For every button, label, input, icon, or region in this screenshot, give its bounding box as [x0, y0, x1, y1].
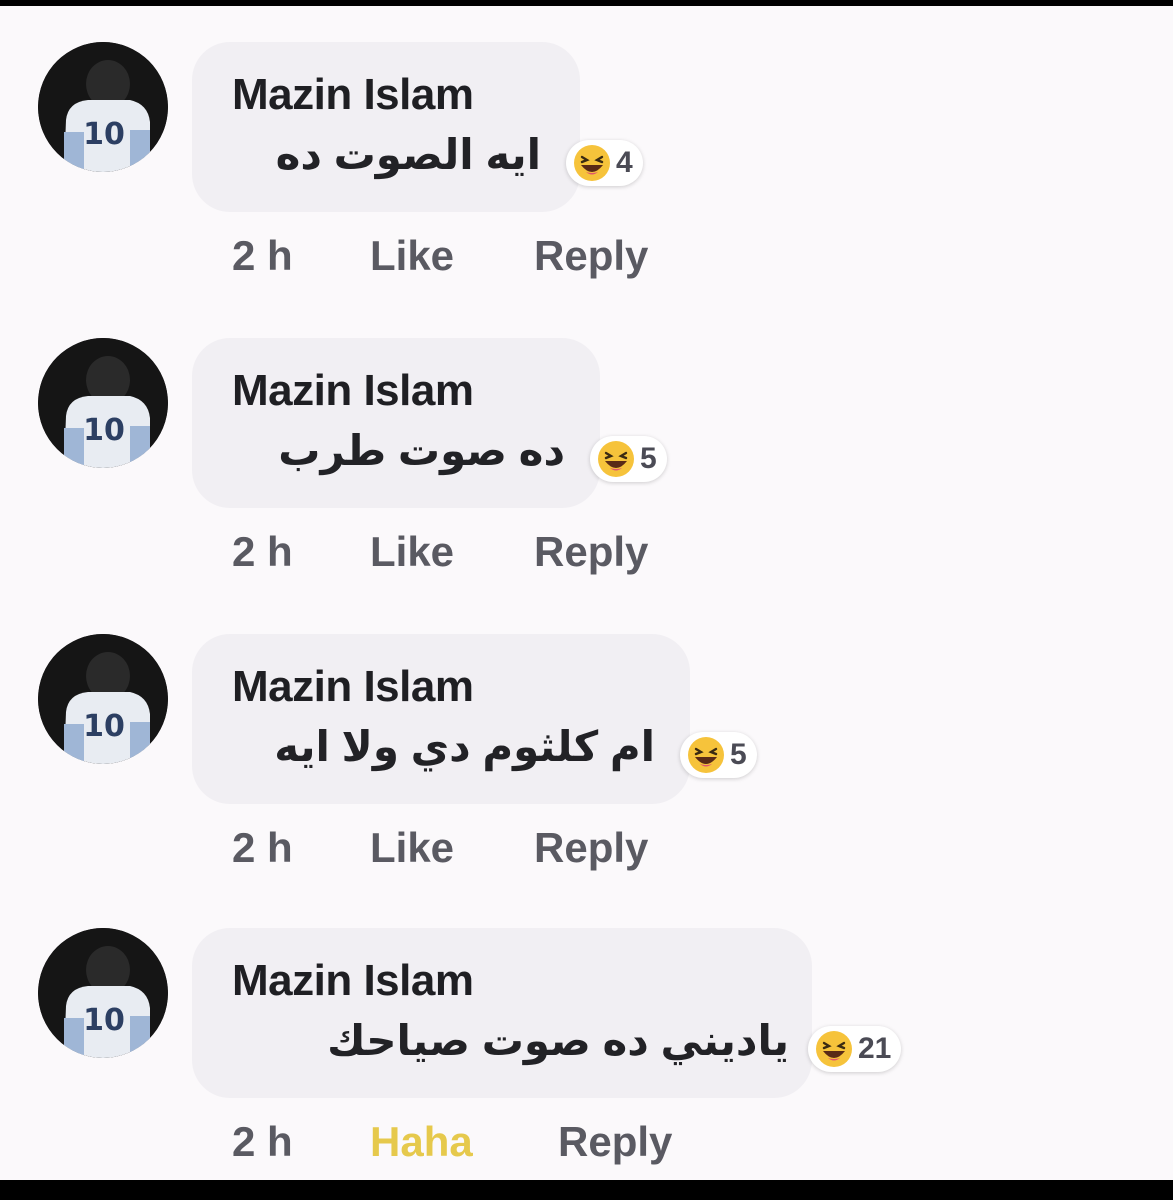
reaction-badge[interactable]: 4 — [566, 140, 643, 186]
comment-time: 2 h — [232, 824, 293, 871]
comment-author[interactable]: Mazin Islam — [232, 70, 474, 120]
comment-4: 10 Mazin Islam ياديني ده صوت صياحك 21 2 … — [0, 892, 1173, 1180]
avatar[interactable]: 10 — [38, 42, 168, 172]
reply-button[interactable]: Reply — [534, 528, 648, 576]
comment-text: ايه الصوت ده — [275, 131, 541, 178]
comment-bubble — [192, 928, 812, 1098]
comment-text: ده صوت طرب — [278, 427, 565, 474]
jersey-avatar-icon: 10 — [38, 928, 168, 1058]
reaction-count: 5 — [730, 738, 747, 771]
comment-3: 10 Mazin Islam ام كلثوم دي ولا ايه 5 2 h… — [0, 598, 1173, 888]
svg-text:10: 10 — [83, 117, 125, 152]
avatar[interactable]: 10 — [38, 634, 168, 764]
jersey-avatar-icon: 10 — [38, 338, 168, 468]
comment-time: 2 h — [232, 528, 293, 575]
haha-reaction-button[interactable]: Haha — [370, 1118, 473, 1166]
comment-author[interactable]: Mazin Islam — [232, 956, 474, 1006]
like-button[interactable]: Like — [370, 824, 454, 872]
reply-button[interactable]: Reply — [534, 232, 648, 280]
reaction-count: 21 — [858, 1032, 892, 1065]
like-button[interactable]: Like — [370, 528, 454, 576]
comment-author[interactable]: Mazin Islam — [232, 662, 474, 712]
avatar[interactable]: 10 — [38, 928, 168, 1058]
haha-emoji-icon — [574, 145, 610, 181]
reaction-badge[interactable]: 5 — [680, 732, 757, 778]
svg-text:10: 10 — [83, 1003, 125, 1038]
comment-2: 10 Mazin Islam ده صوت طرب 5 2 h Like Rep… — [0, 302, 1173, 592]
svg-text:10: 10 — [83, 709, 125, 744]
haha-emoji-icon — [816, 1031, 852, 1067]
reply-button[interactable]: Reply — [534, 824, 648, 872]
like-button[interactable]: Like — [370, 232, 454, 280]
comment-author[interactable]: Mazin Islam — [232, 366, 474, 416]
comment-1: 10 Mazin Islam ايه الصوت ده 4 2 h Like R… — [0, 6, 1173, 296]
reply-button[interactable]: Reply — [558, 1118, 672, 1166]
reaction-count: 5 — [640, 442, 657, 475]
comment-time: 2 h — [232, 232, 293, 279]
svg-text:10: 10 — [83, 413, 125, 448]
comment-bubble — [192, 634, 690, 804]
jersey-avatar-icon: 10 — [38, 42, 168, 172]
comments-screen: 10 Mazin Islam ايه الصوت ده 4 2 h Like R… — [0, 6, 1173, 1180]
jersey-avatar-icon: 10 — [38, 634, 168, 764]
haha-emoji-icon — [598, 441, 634, 477]
avatar[interactable]: 10 — [38, 338, 168, 468]
reaction-badge[interactable]: 5 — [590, 436, 667, 482]
reaction-badge[interactable]: 21 — [808, 1026, 902, 1072]
comment-bubble — [192, 42, 580, 212]
comment-time: 2 h — [232, 1118, 293, 1165]
haha-emoji-icon — [688, 737, 724, 773]
comment-text: ياديني ده صوت صياحك — [327, 1017, 789, 1064]
comment-bubble — [192, 338, 600, 508]
reaction-count: 4 — [616, 146, 633, 179]
comment-text: ام كلثوم دي ولا ايه — [274, 723, 655, 770]
